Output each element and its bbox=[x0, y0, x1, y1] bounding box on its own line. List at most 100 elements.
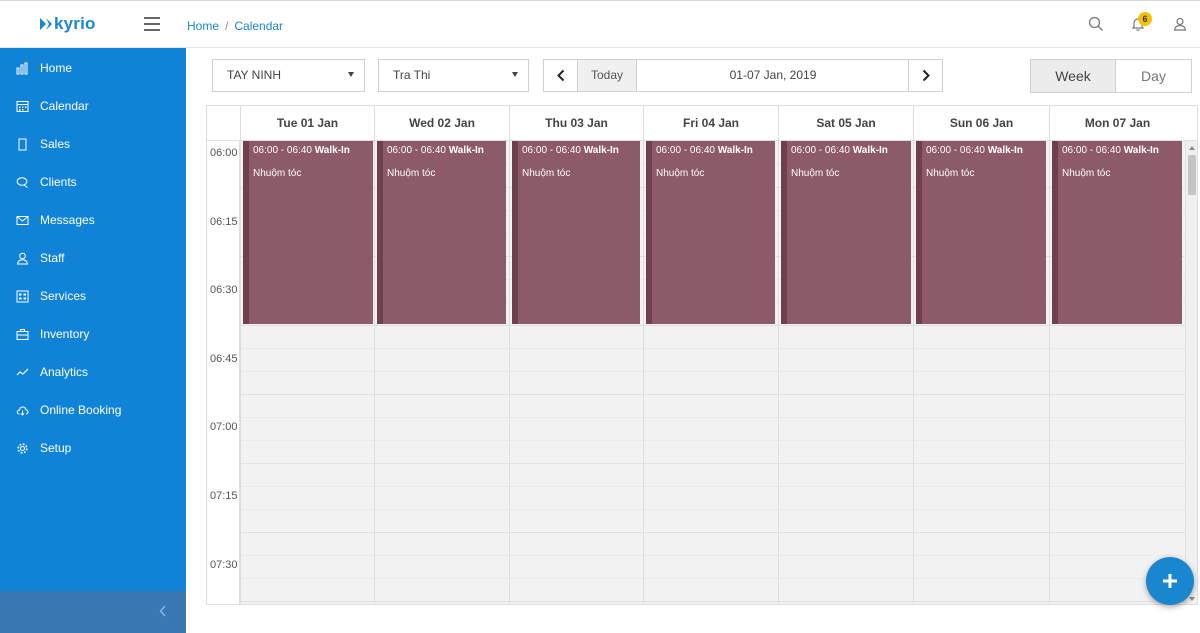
sidebar-item-label: Services bbox=[40, 289, 87, 303]
appointment-time: 06:00 - 06:40 bbox=[791, 145, 850, 156]
appointment-time: 06:00 - 06:40 bbox=[926, 145, 985, 156]
day-header: Sun 06 Jan bbox=[913, 106, 1049, 141]
sidebar-item-inventory[interactable]: Inventory bbox=[0, 315, 186, 353]
day-column[interactable]: 06:00 - 06:40 Walk-In Nhuộm tóc bbox=[1049, 141, 1185, 604]
appointment-card[interactable]: 06:00 - 06:40 Walk-In Nhuộm tóc bbox=[1052, 141, 1182, 324]
sidebar-item-home[interactable]: Home bbox=[0, 49, 186, 87]
appointment-service: Nhuộm tóc bbox=[387, 168, 436, 179]
appointment-type: Walk-In bbox=[852, 145, 888, 156]
appointment-type: Walk-In bbox=[1123, 145, 1159, 156]
appointment-card[interactable]: 06:00 - 06:40 Walk-In Nhuộm tóc bbox=[377, 141, 506, 324]
next-week-button[interactable] bbox=[908, 60, 942, 91]
receipt-icon bbox=[16, 138, 29, 151]
appointment-card[interactable]: 06:00 - 06:40 Walk-In Nhuộm tóc bbox=[243, 141, 373, 324]
caret-down-icon bbox=[512, 72, 518, 77]
sidebar-item-label: Home bbox=[40, 61, 73, 75]
chevron-left-icon[interactable] bbox=[158, 604, 168, 618]
breadcrumb-current: Calendar bbox=[234, 19, 284, 33]
appointment-card[interactable]: 06:00 - 06:40 Walk-In Nhuộm tóc bbox=[512, 141, 640, 324]
sidebar-item-services[interactable]: Services bbox=[0, 277, 186, 315]
prev-week-button[interactable] bbox=[544, 60, 578, 91]
sidebar-item-label: Clients bbox=[40, 175, 77, 189]
location-select-value: TAY NINH bbox=[227, 68, 282, 82]
day-column[interactable]: 06:00 - 06:40 Walk-In Nhuộm tóc bbox=[509, 141, 643, 604]
scroll-up-icon[interactable] bbox=[1189, 146, 1195, 150]
date-navigator: Today 01-07 Jan, 2019 bbox=[543, 59, 943, 92]
appointment-card[interactable]: 06:00 - 06:40 Walk-In Nhuộm tóc bbox=[781, 141, 911, 324]
cloud-icon bbox=[16, 404, 29, 417]
sidebar: Home Calendar Sales Clients Messages Sta… bbox=[0, 48, 186, 633]
sidebar-item-staff[interactable]: Staff bbox=[0, 239, 186, 277]
week-view-button[interactable]: Week bbox=[1031, 60, 1116, 92]
appointment-type: Walk-In bbox=[448, 145, 484, 156]
time-label: 07:30 bbox=[210, 559, 238, 571]
sidebar-item-messages[interactable]: Messages bbox=[0, 201, 186, 239]
day-column[interactable]: 06:00 - 06:40 Walk-In Nhuộm tóc bbox=[643, 141, 778, 604]
sidebar-item-label: Online Booking bbox=[40, 403, 122, 417]
time-label: 06:15 bbox=[210, 216, 238, 228]
add-appointment-button[interactable] bbox=[1146, 557, 1194, 605]
sidebar-item-label: Messages bbox=[40, 213, 95, 227]
day-column[interactable]: 06:00 - 06:40 Walk-In Nhuộm tóc bbox=[240, 141, 374, 604]
appointment-card[interactable]: 06:00 - 06:40 Walk-In Nhuộm tóc bbox=[646, 141, 775, 324]
view-toggle: Week Day bbox=[1030, 59, 1192, 93]
gear-icon bbox=[16, 442, 29, 455]
breadcrumb-home[interactable]: Home bbox=[187, 19, 219, 33]
appointment-service: Nhuộm tóc bbox=[926, 168, 975, 179]
user-icon[interactable] bbox=[1172, 16, 1190, 34]
day-column[interactable]: 06:00 - 06:40 Walk-In Nhuộm tóc bbox=[913, 141, 1049, 604]
menu-toggle-icon[interactable] bbox=[144, 17, 160, 31]
scroll-thumb[interactable] bbox=[1188, 155, 1196, 195]
staff-select[interactable]: Tra Thi bbox=[378, 59, 529, 92]
appointment-type: Walk-In bbox=[314, 145, 350, 156]
sidebar-item-sales[interactable]: Sales bbox=[0, 125, 186, 163]
appointment-time: 06:00 - 06:40 bbox=[522, 145, 581, 156]
time-gutter-header bbox=[207, 106, 240, 141]
calendar-grid: Tue 01 Jan Wed 02 Jan Thu 03 Jan Fri 04 … bbox=[206, 105, 1198, 605]
appointment-service: Nhuộm tóc bbox=[791, 168, 840, 179]
chevron-left-icon bbox=[557, 69, 565, 82]
day-header: Mon 07 Jan bbox=[1049, 106, 1185, 141]
search-icon[interactable] bbox=[1088, 16, 1106, 34]
top-bar: kyrio Home / Calendar 6 bbox=[0, 0, 1200, 48]
scroll-down-icon[interactable] bbox=[1189, 597, 1195, 601]
day-column[interactable]: 06:00 - 06:40 Walk-In Nhuộm tóc bbox=[778, 141, 913, 604]
time-gutter: 06:00 06:15 06:30 06:45 07:00 07:15 07:3… bbox=[207, 141, 240, 604]
sidebar-item-label: Analytics bbox=[40, 365, 89, 379]
location-select[interactable]: TAY NINH bbox=[212, 59, 365, 92]
sidebar-item-label: Inventory bbox=[40, 327, 90, 341]
breadcrumb-separator: / bbox=[225, 19, 229, 33]
notification-badge: 6 bbox=[1138, 12, 1152, 26]
appointment-time: 06:00 - 06:40 bbox=[1062, 145, 1121, 156]
day-header: Tue 01 Jan bbox=[240, 106, 374, 141]
day-header: Thu 03 Jan bbox=[509, 106, 643, 141]
sidebar-item-label: Calendar bbox=[40, 99, 89, 113]
day-header: Wed 02 Jan bbox=[374, 106, 509, 141]
sidebar-item-clients[interactable]: Clients bbox=[0, 163, 186, 201]
appointment-service: Nhuộm tóc bbox=[656, 168, 705, 179]
chat-icon bbox=[16, 176, 29, 189]
plus-icon bbox=[1163, 574, 1177, 588]
today-button[interactable]: Today bbox=[578, 60, 637, 91]
sidebar-item-online-booking[interactable]: Online Booking bbox=[0, 391, 186, 429]
day-view-button[interactable]: Day bbox=[1116, 60, 1191, 92]
chevron-right-icon bbox=[922, 69, 930, 82]
sidebar-item-setup[interactable]: Setup bbox=[0, 429, 186, 467]
sidebar-item-calendar[interactable]: Calendar bbox=[0, 87, 186, 125]
calendar-scrollbar[interactable] bbox=[1185, 141, 1197, 604]
sidebar-item-analytics[interactable]: Analytics bbox=[0, 353, 186, 391]
sidebar-item-label: Setup bbox=[40, 441, 72, 455]
day-column[interactable]: 06:00 - 06:40 Walk-In Nhuộm tóc bbox=[374, 141, 509, 604]
staff-select-value: Tra Thi bbox=[393, 68, 431, 82]
appointment-service: Nhuộm tóc bbox=[522, 168, 571, 179]
appointment-service: Nhuộm tóc bbox=[253, 168, 302, 179]
logo[interactable]: kyrio bbox=[38, 14, 96, 34]
person-icon bbox=[16, 252, 29, 265]
appointment-card[interactable]: 06:00 - 06:40 Walk-In Nhuộm tóc bbox=[916, 141, 1046, 324]
bar-chart-icon bbox=[16, 62, 29, 75]
sidebar-item-label: Staff bbox=[40, 251, 65, 265]
logo-text: kyrio bbox=[54, 14, 96, 33]
date-range-label[interactable]: 01-07 Jan, 2019 bbox=[637, 60, 909, 91]
trend-icon bbox=[16, 366, 29, 379]
appointment-time: 06:00 - 06:40 bbox=[253, 145, 312, 156]
